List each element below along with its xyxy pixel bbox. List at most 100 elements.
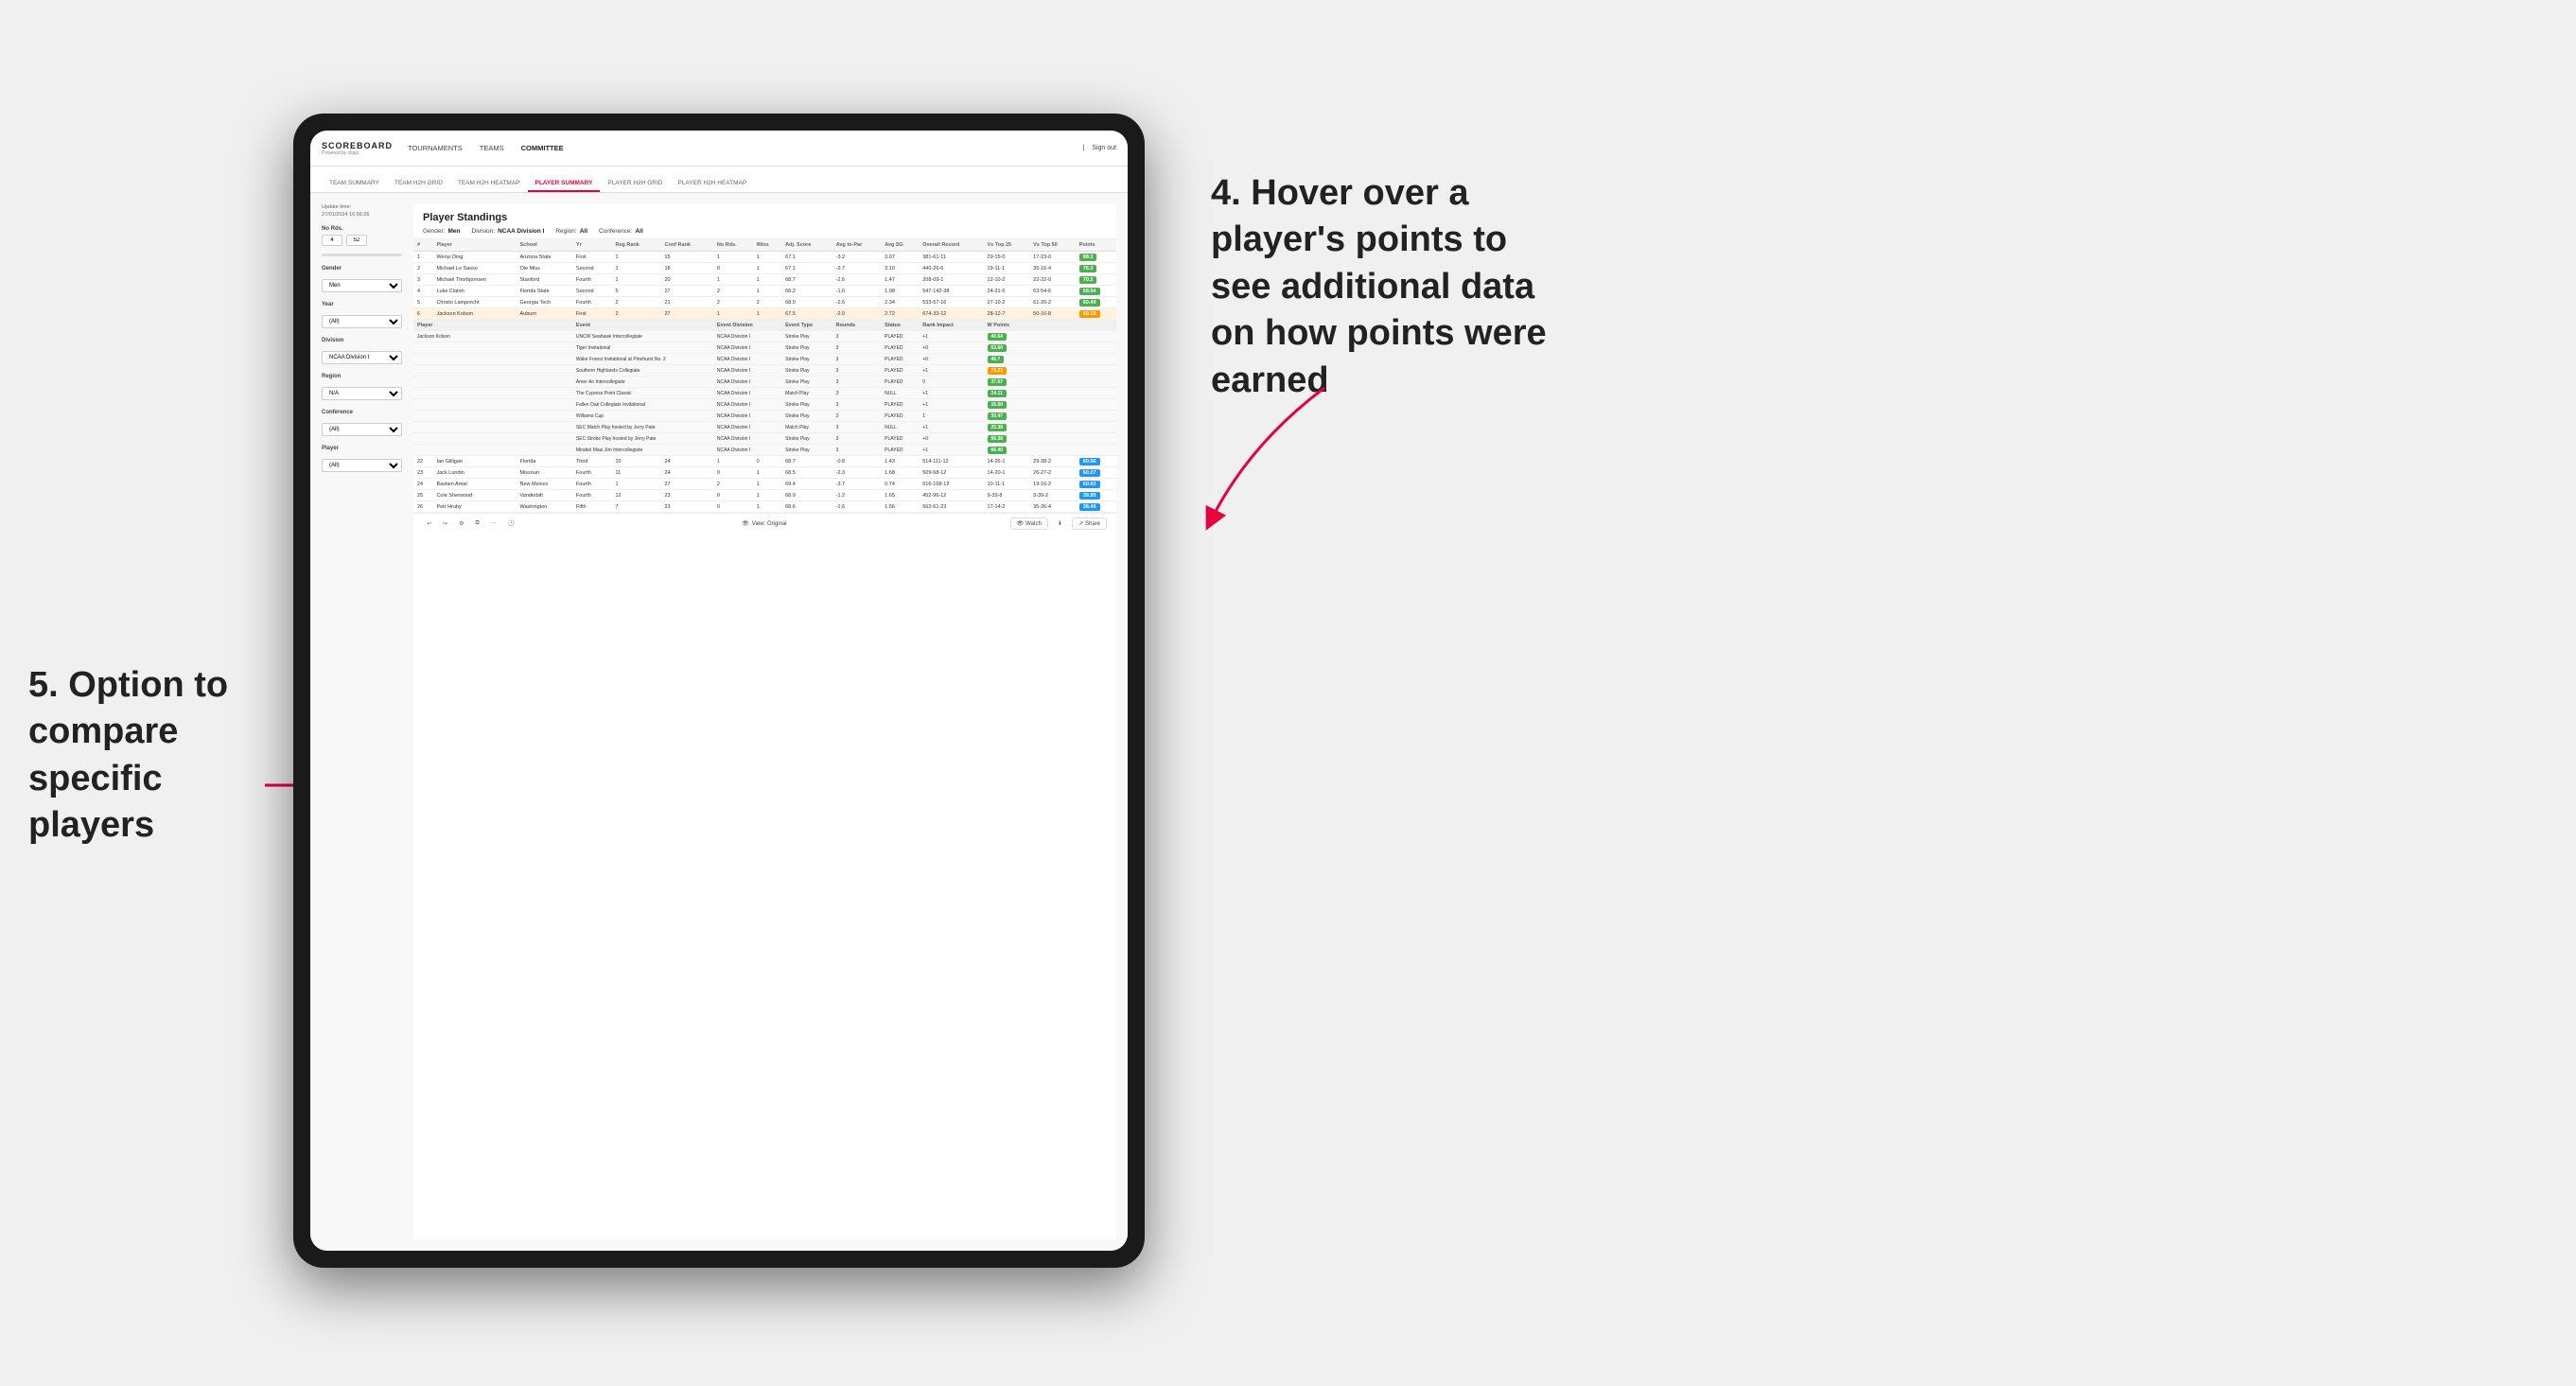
table-row: 26 Petr Hruby Washington Fifth 7 23 0 1 … bbox=[413, 501, 1116, 513]
points-badge[interactable]: 60.56 bbox=[1079, 458, 1100, 465]
points-badge[interactable]: 60.27 bbox=[1079, 469, 1100, 477]
conference-filter-display: Conference: All bbox=[599, 228, 643, 235]
more-button[interactable]: ··· bbox=[487, 518, 500, 529]
download-button[interactable]: ⬇ bbox=[1054, 518, 1066, 529]
points-badge[interactable]: 38.49 bbox=[1079, 503, 1100, 511]
division-label: Division bbox=[322, 338, 402, 343]
player-name-cell[interactable]: Wenyi Ding bbox=[432, 252, 516, 263]
standings-header: Player Standings Gender: Men Division: N… bbox=[413, 204, 1116, 239]
top-nav-right: | Sign out bbox=[1082, 145, 1116, 151]
col-avg-sg: Avg SG bbox=[881, 239, 919, 252]
tab-team-summary[interactable]: TEAM SUMMARY bbox=[322, 176, 387, 192]
table-row: 2 Michael Le Sasso Ole Miss Second 1 18 … bbox=[413, 263, 1116, 274]
col-wins: Wins bbox=[753, 239, 782, 252]
conference-label: Conference bbox=[322, 410, 402, 415]
player-name-cell[interactable]: Michael Thorbjornsen bbox=[432, 274, 516, 286]
player-name-cell[interactable]: Luke Claton bbox=[432, 286, 516, 297]
expanded-table-row: Tiger Invitational NCAA Division I Strok… bbox=[413, 342, 1116, 354]
col-vs25: Vs Top 25 bbox=[984, 239, 1030, 252]
nav-teams[interactable]: TEAMS bbox=[480, 140, 504, 156]
table-row: 1 Wenyi Ding Arizona State First 1 15 1 … bbox=[413, 252, 1116, 263]
col-conf-rank: Conf Rank bbox=[660, 239, 712, 252]
year-select[interactable]: (All) bbox=[322, 315, 402, 328]
player-name-cell[interactable]: Bastien Amat bbox=[432, 479, 516, 490]
toolbar-center: 👁 View: Original bbox=[742, 520, 787, 527]
no-rds-filter: No Rds. bbox=[322, 226, 402, 256]
player-name-cell[interactable]: Cole Sherwood bbox=[432, 490, 516, 501]
table-row: 5 Christo Lamprecht Georgia Tech Fourth … bbox=[413, 297, 1116, 308]
table-header-row: # Player School Yr Reg Rank Conf Rank No… bbox=[413, 239, 1116, 252]
tab-player-h2h-heatmap[interactable]: PLAYER H2H HEATMAP bbox=[670, 176, 754, 192]
update-time: Update time: 27/01/2024 16:56:26 bbox=[322, 204, 402, 219]
gender-label: Gender bbox=[322, 266, 402, 272]
region-label: Region bbox=[322, 374, 402, 379]
region-filter: Region N/A bbox=[322, 374, 402, 400]
points-badge[interactable]: 88.2 bbox=[1079, 254, 1097, 261]
year-filter: Year (All) bbox=[322, 302, 402, 328]
content-panel: Player Standings Gender: Men Division: N… bbox=[413, 204, 1116, 1239]
w-points-badge: 37.57 bbox=[988, 378, 1008, 386]
tab-team-h2h-grid[interactable]: TEAM H2H GRID bbox=[387, 176, 450, 192]
player-name-cell[interactable]: Petr Hruby bbox=[432, 501, 516, 513]
table-row: 24 Bastien Amat New Mexico Fourth 1 27 2… bbox=[413, 479, 1116, 490]
col-num: # bbox=[413, 239, 432, 252]
tab-player-h2h-grid[interactable]: PLAYER H2H GRID bbox=[600, 176, 670, 192]
table-row: 22 Ian Gilligan Florida Third 10 24 1 0 … bbox=[413, 456, 1116, 467]
player-name-cell[interactable]: Christo Lamprecht bbox=[432, 297, 516, 308]
points-badge[interactable]: 70.2 bbox=[1079, 276, 1097, 284]
col-vs50: Vs Top 50 bbox=[1029, 239, 1076, 252]
share-button[interactable]: ↗ Share bbox=[1072, 518, 1107, 530]
no-rds-min-input[interactable] bbox=[322, 235, 342, 246]
view-icon: 👁 bbox=[742, 520, 749, 527]
division-filter-display: Division: NCAA Division I bbox=[472, 228, 545, 235]
points-badge[interactable]: 39.95 bbox=[1079, 492, 1100, 500]
player-name-cell[interactable]: Jack Lundin bbox=[432, 467, 516, 479]
points-badge[interactable]: 60.02 bbox=[1079, 481, 1100, 488]
app-subtitle: Powered by clippi bbox=[322, 150, 393, 156]
expanded-table-row: Fallen Oak Collegiate Invitational NCAA … bbox=[413, 399, 1116, 411]
annotation-left: 5. Option to compare specific players bbox=[28, 662, 293, 850]
top-nav: SCOREBOARD Powered by clippi TOURNAMENTS… bbox=[310, 131, 1128, 167]
region-select[interactable]: N/A bbox=[322, 387, 402, 400]
player-name-cell[interactable]: Ian Gilligan bbox=[432, 456, 516, 467]
clock-button[interactable]: 🕐 bbox=[504, 518, 518, 529]
col-to-par: Avg to-Par bbox=[832, 239, 882, 252]
toolbar-left: ↩ ↪ ⚙ ⧉ ··· 🕐 bbox=[423, 518, 518, 529]
settings-button[interactable]: ⚙ bbox=[455, 518, 467, 529]
points-badge[interactable]: 76.3 bbox=[1079, 265, 1097, 272]
tab-player-summary[interactable]: PLAYER SUMMARY bbox=[528, 176, 601, 192]
expanded-table-row: Wake Forest Invitational at Pinehurst No… bbox=[413, 354, 1116, 365]
tablet-device: SCOREBOARD Powered by clippi TOURNAMENTS… bbox=[293, 114, 1145, 1268]
gender-select[interactable]: Men Women bbox=[322, 279, 402, 292]
watch-button[interactable]: 👁 Watch bbox=[1010, 518, 1048, 530]
w-points-badge: 30.47 bbox=[988, 412, 1008, 420]
expanded-table-row: SEC Stroke Play hosted by Jerry Pate NCA… bbox=[413, 433, 1116, 445]
divider-icon: | bbox=[1082, 145, 1084, 151]
redo-button[interactable]: ↪ bbox=[439, 518, 451, 529]
col-school: School bbox=[517, 239, 572, 252]
undo-button[interactable]: ↩ bbox=[423, 518, 435, 529]
conference-select[interactable]: (All) bbox=[322, 423, 402, 436]
w-points-badge: 46.7 bbox=[988, 356, 1005, 363]
nav-committee[interactable]: COMMITTEE bbox=[521, 140, 564, 156]
sub-nav: TEAM SUMMARY TEAM H2H GRID TEAM H2H HEAT… bbox=[310, 167, 1128, 193]
app-title: SCOREBOARD bbox=[322, 141, 393, 150]
points-badge[interactable]: 60.49 bbox=[1079, 299, 1100, 307]
player-select[interactable]: (All) bbox=[322, 459, 402, 472]
points-badge[interactable]: 68.54 bbox=[1079, 288, 1100, 295]
col-adj-score: Adj. Score bbox=[781, 239, 832, 252]
points-badge-hovered[interactable]: 58.18 bbox=[1079, 310, 1100, 318]
division-select[interactable]: NCAA Division I bbox=[322, 351, 402, 364]
sign-out-link[interactable]: Sign out bbox=[1092, 145, 1116, 151]
filters-panel: Update time: 27/01/2024 16:56:26 No Rds.… bbox=[322, 204, 402, 1239]
year-label: Year bbox=[322, 302, 402, 307]
nav-tournaments[interactable]: TOURNAMENTS bbox=[408, 140, 463, 156]
col-player: Player bbox=[432, 239, 516, 252]
tab-team-h2h-heatmap[interactable]: TEAM H2H HEATMAP bbox=[450, 176, 528, 192]
copy-button[interactable]: ⧉ bbox=[471, 518, 482, 529]
expanded-table-row: The Cypress Point Classic NCAA Division … bbox=[413, 388, 1116, 399]
player-name-cell[interactable]: Jackson Kolson bbox=[432, 308, 516, 320]
w-points-badge: 56.38 bbox=[988, 435, 1008, 443]
player-name-cell[interactable]: Michael Le Sasso bbox=[432, 263, 516, 274]
no-rds-max-input[interactable] bbox=[346, 235, 367, 246]
